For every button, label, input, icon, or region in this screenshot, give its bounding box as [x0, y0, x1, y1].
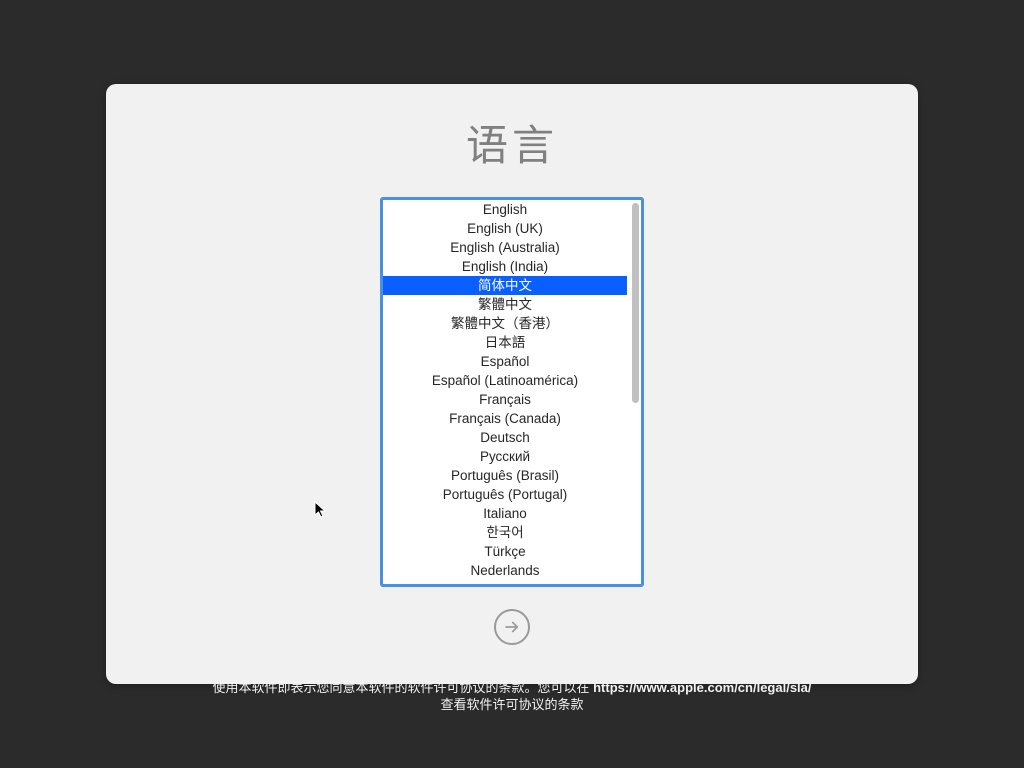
language-option[interactable]: Türkçe [383, 542, 627, 561]
language-option[interactable]: Français [383, 390, 627, 409]
language-option[interactable]: 简体中文 [383, 276, 627, 295]
language-option[interactable]: Italiano [383, 504, 627, 523]
language-option[interactable]: English [383, 200, 627, 219]
page-title: 语言 [466, 112, 558, 173]
license-url: https://www.apple.com/cn/legal/sla/ [593, 680, 811, 695]
language-option[interactable]: Português (Portugal) [383, 485, 627, 504]
language-list-container: EnglishEnglish (UK)English (Australia)En… [380, 197, 644, 587]
language-list[interactable]: EnglishEnglish (UK)English (Australia)En… [383, 200, 641, 584]
language-option[interactable]: 한국어 [383, 523, 627, 542]
arrow-right-icon [503, 618, 521, 636]
language-option[interactable]: 繁體中文 [383, 295, 627, 314]
language-option[interactable]: English (Australia) [383, 238, 627, 257]
language-option[interactable]: Nederlands [383, 561, 627, 580]
continue-button[interactable] [494, 609, 530, 645]
language-option[interactable]: English (UK) [383, 219, 627, 238]
language-option[interactable]: Русский [383, 447, 627, 466]
language-option[interactable]: English (India) [383, 257, 627, 276]
license-prefix: 使用本软件即表示您同意本软件的软件许可协议的条款。您可以在 [212, 680, 593, 695]
language-option[interactable]: Português (Brasil) [383, 466, 627, 485]
scrollbar-track[interactable] [632, 203, 639, 581]
language-option[interactable]: 繁體中文（香港） [383, 314, 627, 333]
language-option[interactable]: 日本語 [383, 333, 627, 352]
language-option[interactable]: Español [383, 352, 627, 371]
language-option[interactable]: Deutsch [383, 428, 627, 447]
license-footer: 使用本软件即表示您同意本软件的软件许可协议的条款。您可以在 https://ww… [0, 679, 1024, 713]
language-option[interactable]: Français (Canada) [383, 409, 627, 428]
license-line2: 查看软件许可协议的条款 [440, 697, 583, 712]
language-option[interactable]: Español (Latinoamérica) [383, 371, 627, 390]
scrollbar-thumb[interactable] [632, 203, 639, 403]
setup-panel: 语言 EnglishEnglish (UK)English (Australia… [106, 84, 918, 684]
